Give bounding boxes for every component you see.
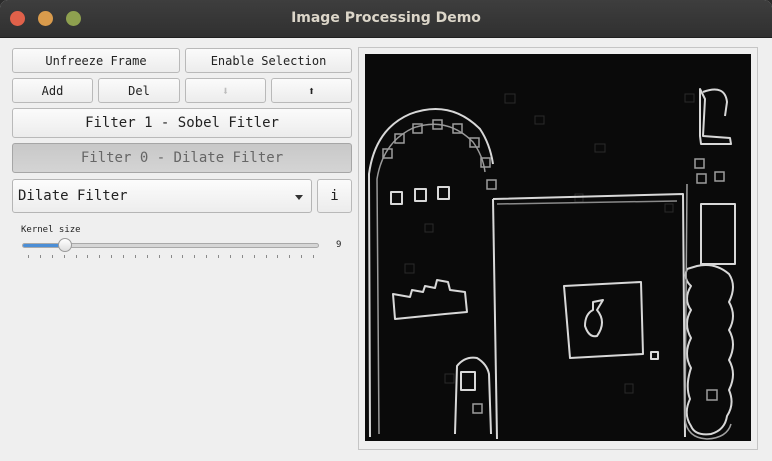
slider-tick [313, 255, 314, 258]
slider-tick [301, 255, 303, 258]
add-filter-button[interactable]: Add [12, 78, 93, 103]
move-down-button[interactable]: ⬇ [185, 78, 266, 103]
processed-image[interactable] [365, 54, 751, 441]
slider-tick [218, 255, 219, 258]
delete-filter-button[interactable]: Del [98, 78, 180, 103]
slider-tick [39, 255, 41, 258]
kernel-size-value: 9 [336, 240, 342, 250]
enable-selection-button[interactable]: Enable Selection [185, 48, 352, 73]
slider-tick [170, 255, 172, 258]
slider-tick [289, 255, 291, 258]
processed-image-edges [365, 54, 751, 441]
slider-tick [206, 255, 208, 258]
filter-item-dilate[interactable]: Filter 0 - Dilate Filter [12, 143, 352, 173]
slider-tick [182, 255, 184, 258]
filter-item-sobel[interactable]: Filter 1 - Sobel Fitler [12, 108, 352, 138]
arrow-down-icon: ⬇ [221, 83, 230, 98]
slider-tick [28, 255, 29, 258]
slider-tick [277, 255, 279, 258]
info-button[interactable]: i [317, 179, 352, 213]
slider-tick [229, 255, 231, 258]
arrow-up-icon: ⬆ [307, 83, 316, 98]
slider-tick [158, 255, 160, 258]
slider-tick [63, 255, 65, 258]
main-content: Unfreeze Frame Enable Selection Add Del … [0, 38, 772, 461]
title-bar[interactable]: Image Processing Demo [0, 0, 772, 38]
slider-tick [99, 255, 101, 258]
slider-tick [253, 255, 255, 258]
slider-tick [265, 255, 267, 258]
kernel-size-label: Kernel size [21, 225, 81, 235]
slider-tick [123, 255, 124, 258]
window-title: Image Processing Demo [291, 10, 481, 26]
slider-tick [146, 255, 148, 258]
filter-type-select[interactable]: Dilate Filter [12, 179, 312, 213]
move-up-button[interactable]: ⬆ [271, 78, 352, 103]
kernel-size-slider-handle[interactable] [58, 238, 73, 252]
slider-tick [75, 255, 77, 258]
slider-tick [194, 255, 196, 258]
kernel-size-ticks [0, 255, 360, 261]
chevron-down-icon [295, 195, 303, 200]
image-frame [358, 47, 758, 450]
filter-type-value: Dilate Filter [18, 188, 128, 204]
slider-tick [134, 255, 136, 258]
slider-tick [87, 255, 89, 258]
unfreeze-frame-button[interactable]: Unfreeze Frame [12, 48, 180, 73]
app-window: Image Processing Demo Unfreeze Frame Ena… [0, 0, 772, 461]
slider-tick [51, 255, 53, 258]
slider-tick [241, 255, 243, 258]
slider-tick [111, 255, 113, 258]
